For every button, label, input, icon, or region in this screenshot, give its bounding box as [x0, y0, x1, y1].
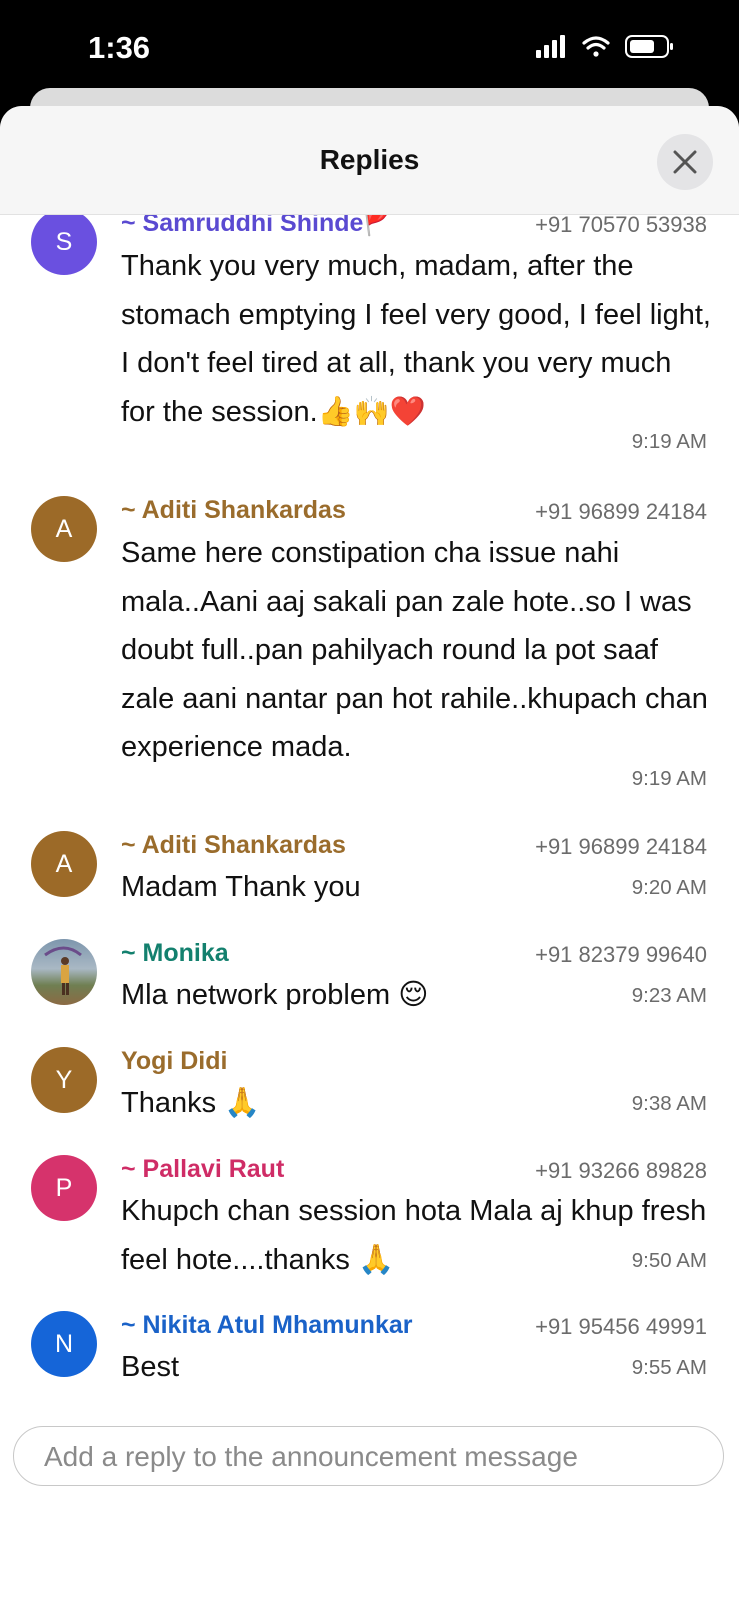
message-time: 9:19 AM [631, 767, 707, 790]
sender-name[interactable]: ~ Monika [121, 939, 229, 968]
message-text: Mla network problem 😌 [121, 979, 429, 1011]
status-bar: 1:36 [0, 0, 739, 100]
sender-phone: +91 96899 24184 [535, 834, 707, 859]
page-title: Replies [319, 144, 420, 175]
sender-phone: +91 82379 99640 [535, 942, 707, 967]
replies-sheet: Replies S ~ Samruddhi Shinde🚩 +91 70570 … [0, 106, 739, 1600]
avatar[interactable]: Y [31, 1047, 97, 1113]
sender-phone: +91 93266 89828 [535, 1158, 707, 1183]
message-text: Best [121, 1351, 180, 1383]
sender-name[interactable]: ~ Aditi Shankardas [121, 496, 346, 525]
sender-phone: +91 70570 53938 [535, 212, 707, 237]
sender-name[interactable]: ~ Pallavi Raut [121, 1155, 284, 1184]
message-text: Thanks 🙏 [121, 1087, 261, 1119]
status-icons [536, 34, 686, 65]
sender-phone: +91 95456 49991 [535, 1314, 707, 1339]
avatar[interactable]: N [31, 1311, 97, 1377]
sender-name[interactable]: ~ Nikita Atul Mhamunkar [121, 1311, 413, 1340]
message-time: 9:50 AM [631, 1249, 707, 1272]
close-button[interactable] [657, 134, 713, 190]
avatar-photo[interactable] [31, 939, 97, 1005]
avatar[interactable]: S [31, 209, 97, 275]
wifi-icon [582, 36, 610, 57]
signal-icon [536, 35, 565, 58]
sheet-header: Replies [0, 106, 739, 215]
sender-name[interactable]: Yogi Didi [121, 1047, 227, 1076]
message-time: 9:38 AM [631, 1092, 707, 1115]
message-text: Thank you very much, madam, after the st… [121, 250, 711, 428]
reply-input-container [13, 1426, 724, 1486]
message-time: 9:55 AM [631, 1356, 707, 1379]
status-time: 1:36 [88, 30, 151, 65]
message-time: 9:23 AM [631, 984, 707, 1007]
avatar[interactable]: A [31, 496, 97, 562]
reply-input[interactable] [42, 1437, 696, 1477]
sender-name[interactable]: ~ Aditi Shankardas [121, 831, 346, 860]
message-text: Madam Thank you [121, 871, 361, 903]
avatar[interactable]: A [31, 831, 97, 897]
message-list[interactable]: S ~ Samruddhi Shinde🚩 +91 70570 53938 Th… [0, 194, 739, 1524]
message-text: Khupch chan session hota Mala aj khup fr… [121, 1195, 707, 1276]
message-text: Same here constipation cha issue nahi ma… [121, 537, 708, 763]
message-time: 9:20 AM [631, 876, 707, 899]
close-icon [673, 150, 697, 174]
battery-icon [625, 35, 673, 58]
person-photo-icon [44, 946, 82, 995]
sender-phone: +91 96899 24184 [535, 499, 707, 524]
avatar[interactable]: P [31, 1155, 97, 1221]
message-time: 9:19 AM [631, 430, 707, 453]
